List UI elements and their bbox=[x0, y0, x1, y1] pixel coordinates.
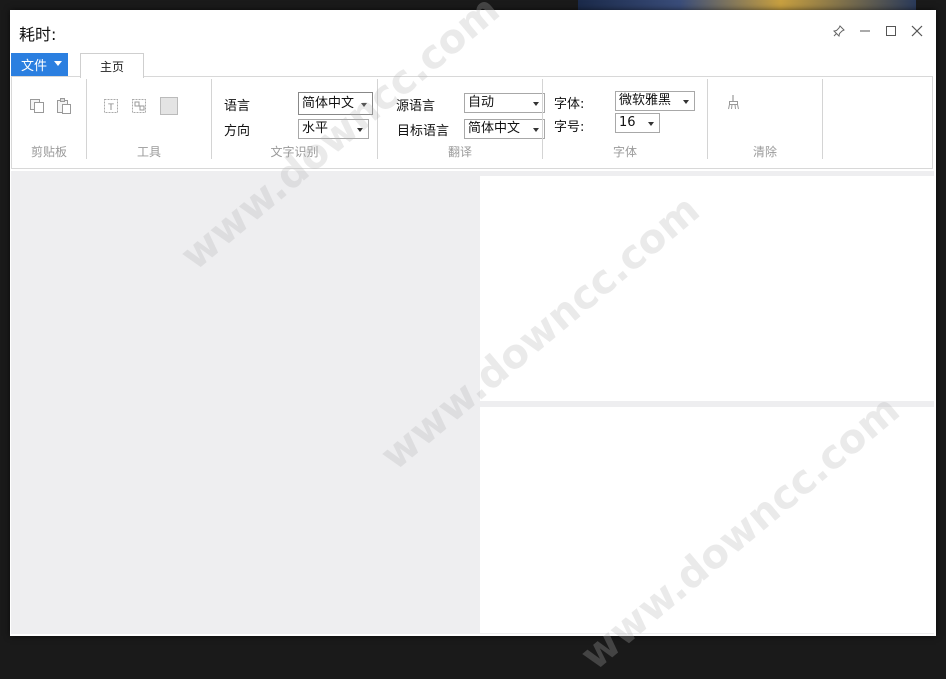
ocr-direction-label: 方向 bbox=[224, 124, 251, 139]
font-family-label: 字体: bbox=[554, 97, 585, 112]
group-font: 字体: 微软雅黑 字号: 16 字体 bbox=[543, 77, 707, 168]
tab-home[interactable]: 主页 bbox=[80, 53, 144, 78]
title-bar: 耗时: bbox=[10, 10, 936, 52]
group-label-tools: 工具 bbox=[136, 145, 161, 159]
text-capture-icon[interactable]: T bbox=[102, 97, 120, 115]
group-label-translate: 翻译 bbox=[447, 145, 472, 159]
chevron-down-icon bbox=[361, 103, 367, 107]
source-language-label: 源语言 bbox=[396, 99, 436, 114]
chevron-down-icon bbox=[648, 122, 654, 126]
group-label-font: 字体 bbox=[612, 145, 637, 159]
font-size-select[interactable]: 16 bbox=[615, 113, 660, 133]
minimize-icon[interactable] bbox=[854, 22, 876, 40]
ocr-language-value: 简体中文 bbox=[302, 96, 355, 111]
font-size-label: 字号: bbox=[554, 120, 585, 135]
ocr-result-textarea[interactable] bbox=[480, 176, 934, 401]
tab-home-label: 主页 bbox=[99, 59, 124, 74]
group-clear: 清除 bbox=[708, 77, 822, 168]
window-title: 耗时: bbox=[19, 25, 57, 44]
group-label-clear: 清除 bbox=[752, 145, 777, 159]
group-label-ocr: 文字识别 bbox=[270, 145, 319, 159]
target-language-select[interactable]: 简体中文 bbox=[464, 119, 545, 139]
copy-icon[interactable] bbox=[28, 97, 46, 115]
app-window: 耗时: 文件 主页 剪贴板 T 工具 语言 简体中文 方向 水平 文字识别 源语… bbox=[10, 0, 936, 679]
font-family-value: 微软雅黑 bbox=[619, 93, 672, 108]
pin-icon[interactable] bbox=[828, 22, 850, 40]
source-language-select[interactable]: 自动 bbox=[464, 93, 545, 113]
group-ocr: 语言 简体中文 方向 水平 文字识别 bbox=[212, 77, 377, 168]
font-family-select[interactable]: 微软雅黑 bbox=[615, 91, 695, 111]
font-size-value: 16 bbox=[619, 115, 636, 130]
file-menu-button[interactable]: 文件 bbox=[11, 53, 68, 76]
maximize-icon[interactable] bbox=[880, 22, 902, 40]
separator bbox=[822, 79, 823, 159]
chevron-down-icon bbox=[357, 128, 363, 132]
translation-result-textarea[interactable] bbox=[480, 407, 934, 633]
image-preview-panel[interactable] bbox=[11, 171, 478, 634]
screenshot-ocr-icon[interactable] bbox=[130, 97, 148, 115]
ocr-direction-value: 水平 bbox=[302, 121, 329, 136]
target-language-value: 简体中文 bbox=[468, 121, 521, 136]
broom-icon[interactable] bbox=[725, 93, 743, 111]
ocr-direction-select[interactable]: 水平 bbox=[298, 119, 369, 139]
ocr-language-select[interactable]: 简体中文 bbox=[298, 92, 373, 115]
chevron-down-icon bbox=[683, 100, 689, 104]
color-swatch-icon[interactable] bbox=[159, 96, 179, 116]
source-language-value: 自动 bbox=[468, 95, 495, 110]
chevron-down-icon bbox=[533, 102, 539, 106]
group-tools: T 工具 bbox=[87, 77, 211, 168]
ocr-language-label: 语言 bbox=[224, 99, 251, 114]
chevron-down-icon bbox=[533, 128, 539, 132]
group-translate: 源语言 自动 目标语言 简体中文 翻译 bbox=[378, 77, 545, 168]
group-clipboard: 剪贴板 bbox=[12, 77, 86, 168]
group-label-clipboard: 剪贴板 bbox=[30, 145, 67, 159]
paste-icon[interactable] bbox=[55, 97, 73, 115]
svg-text:T: T bbox=[107, 103, 114, 113]
ribbon-toolbar: 剪贴板 T 工具 语言 简体中文 方向 水平 文字识别 源语言 自动 目标语言 … bbox=[11, 76, 933, 169]
close-icon[interactable] bbox=[906, 22, 928, 40]
file-menu-label: 文件 bbox=[21, 59, 48, 74]
chevron-down-icon bbox=[54, 61, 62, 66]
target-language-label: 目标语言 bbox=[397, 124, 450, 139]
